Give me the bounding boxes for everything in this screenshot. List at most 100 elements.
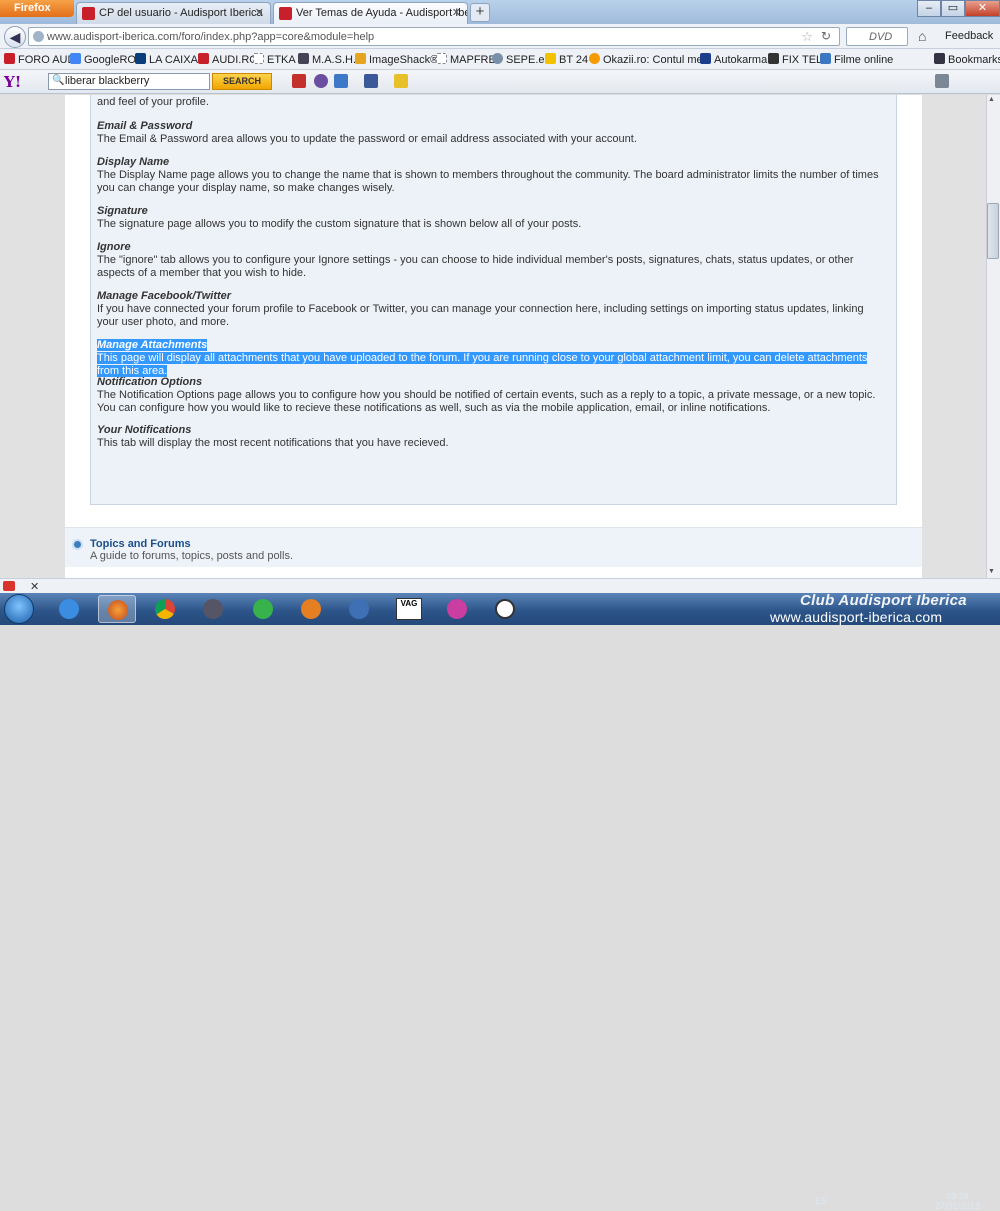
- system-clock[interactable]: 09:28 27/02/2013: [935, 1191, 980, 1211]
- section-body: The Email & Password area allows you to …: [97, 133, 637, 145]
- yahoo-logo[interactable]: Y!: [4, 73, 21, 91]
- help-section-manage-attachments: Manage Attachments This page will displa…: [97, 339, 887, 377]
- filme-online-icon: [820, 53, 831, 64]
- section-title: Manage Facebook/Twitter: [97, 290, 232, 302]
- navigation-toolbar: ◀ www.audisport-iberica.com/foro/index.p…: [0, 24, 1000, 49]
- taskbar-vag[interactable]: VAG: [390, 595, 428, 623]
- paypal-icon[interactable]: [314, 74, 328, 88]
- search-engine-label: DVD: [869, 31, 893, 43]
- bookmarks-menu[interactable]: Bookmarks: [934, 53, 1000, 66]
- taskbar-app-9[interactable]: [438, 595, 476, 623]
- vertical-scrollbar[interactable]: [986, 95, 1000, 578]
- section-title: Your Notifications: [97, 424, 192, 436]
- firefox-menu-button[interactable]: Firefox: [0, 0, 74, 17]
- bookmark-star-icon[interactable]: ☆: [801, 29, 813, 45]
- tab-label: Ver Temas de Ayuda - Audisport Iberi...: [296, 7, 468, 19]
- youtube-icon[interactable]: [292, 74, 306, 88]
- minimize-button[interactable]: –: [917, 0, 941, 17]
- bookmark-filme-online[interactable]: Filme online: [820, 53, 893, 66]
- mail-icon[interactable]: [334, 74, 348, 88]
- facebook-icon[interactable]: [364, 74, 378, 88]
- scroll-up-arrow-icon[interactable]: ▲: [988, 96, 995, 103]
- page-icon: [436, 53, 447, 64]
- bookmark-googlero[interactable]: GoogleRO: [70, 53, 136, 66]
- bookmark-fix-tel[interactable]: FIX TEL.: [768, 53, 825, 66]
- url-text: www.audisport-iberica.com/foro/index.php…: [47, 31, 375, 43]
- yahoo-search-input[interactable]: 🔍 liberar blackberry: [48, 73, 210, 90]
- feedback-button[interactable]: Feedback: [945, 30, 993, 42]
- taskbar-downloader[interactable]: [244, 595, 282, 623]
- bookmark-imageshack[interactable]: ImageShack®: [355, 53, 438, 66]
- section-body: If you have connected your forum profile…: [97, 303, 864, 328]
- reload-icon[interactable]: ↻: [821, 29, 831, 43]
- help-section-display-name: Display Name The Display Name page allow…: [97, 156, 887, 194]
- search-engine-box[interactable]: DVD: [846, 27, 908, 46]
- vag-icon: VAG: [396, 598, 422, 620]
- bookmark-la-caixa[interactable]: LA CAIXA: [135, 53, 198, 66]
- menu-icon[interactable]: [935, 74, 949, 88]
- help-section-signature: Signature The signature page allows you …: [97, 205, 887, 231]
- adblock-icon[interactable]: [3, 581, 15, 591]
- section-title: Ignore: [97, 241, 131, 253]
- ebay-icon[interactable]: [394, 74, 408, 88]
- scroll-down-arrow-icon[interactable]: ▼: [988, 568, 995, 575]
- mash-icon: [298, 53, 309, 64]
- maximize-button[interactable]: ▭: [941, 0, 965, 17]
- bookmark-sepe[interactable]: SEPE.es: [492, 53, 550, 66]
- bt24-icon: [545, 53, 556, 64]
- tab-cp-usuario[interactable]: CP del usuario - Audisport Iberica ✕: [76, 2, 271, 24]
- taskbar-app-6[interactable]: [292, 595, 330, 623]
- section-title: Display Name: [97, 156, 170, 168]
- at-icon: [492, 53, 503, 64]
- home-icon[interactable]: ⌂: [918, 28, 926, 44]
- google-icon: [70, 53, 81, 64]
- app-icon: [301, 599, 321, 619]
- taskbar-app-7[interactable]: [340, 595, 378, 623]
- yahoo-toolbar: Y! 🔍 liberar blackberry SEARCH + ⚙: [0, 70, 1000, 160]
- close-window-button[interactable]: ✕: [965, 0, 1000, 17]
- back-button[interactable]: ◀: [4, 26, 26, 48]
- bookmark-mash[interactable]: M.A.S.H.: [298, 53, 356, 66]
- okazii-icon: [589, 53, 600, 64]
- taskbar-internet-explorer[interactable]: [50, 595, 88, 623]
- new-tab-button[interactable]: +: [470, 3, 490, 22]
- fix-tel-icon: [768, 53, 779, 64]
- yahoo-search-button[interactable]: SEARCH: [212, 73, 272, 90]
- section-body: The Notification Options page allows you…: [97, 389, 876, 414]
- language-indicator[interactable]: ES: [815, 1196, 827, 1206]
- url-bar[interactable]: www.audisport-iberica.com/foro/index.php…: [28, 27, 840, 46]
- start-button[interactable]: [4, 594, 34, 624]
- bookmark-etka[interactable]: ETKA: [253, 53, 296, 66]
- taskbar-chrome[interactable]: [146, 595, 184, 623]
- help-section-ignore: Ignore The "ignore" tab allows you to co…: [97, 241, 887, 279]
- close-tab-icon[interactable]: ✕: [452, 6, 461, 19]
- taskbar-clock-app[interactable]: [486, 595, 524, 623]
- imageshack-icon: [355, 53, 366, 64]
- page-viewport: and feel of your profile. Email & Passwo…: [0, 95, 1000, 578]
- section-body: This tab will display the most recent no…: [97, 437, 449, 449]
- section-body: The signature page allows you to modify …: [97, 218, 582, 230]
- bookmark-bt24[interactable]: BT 24: [545, 53, 588, 66]
- close-tab-icon[interactable]: ✕: [255, 6, 264, 19]
- section-title: Manage Attachments: [97, 339, 208, 351]
- clock-date: 27/02/2013: [935, 1201, 981, 1211]
- tab-label: CP del usuario - Audisport Iberica: [99, 7, 263, 19]
- help-section-email-password: Email & Password The Email & Password ar…: [97, 120, 887, 146]
- scrollbar-thumb[interactable]: [987, 203, 999, 259]
- audi-favicon-icon: [82, 7, 95, 20]
- bookmark-mapfre[interactable]: MAPFRE: [436, 53, 496, 66]
- taskbar-app-4[interactable]: [194, 595, 232, 623]
- tab-ver-temas-ayuda[interactable]: Ver Temas de Ayuda - Audisport Iberi... …: [273, 2, 468, 24]
- bookmark-foro-audi[interactable]: FORO AUDI: [4, 53, 79, 66]
- bookmark-audi-ro[interactable]: AUDI.RO: [198, 53, 258, 66]
- help-topic-topics-forums[interactable]: Topics and Forums A guide to forums, top…: [65, 527, 922, 567]
- section-body: The Display Name page allows you to chan…: [97, 169, 879, 194]
- topic-title-link[interactable]: Topics and Forums: [90, 538, 191, 550]
- bookmarks-icon: [934, 53, 945, 64]
- section-title: Notification Options: [97, 376, 203, 388]
- taskbar-firefox[interactable]: [98, 595, 136, 623]
- close-addon-bar-icon[interactable]: ✕: [30, 580, 39, 593]
- autokarma-icon: [700, 53, 711, 64]
- bookmark-autokarma[interactable]: Autokarma: [700, 53, 767, 66]
- bookmark-okazii[interactable]: Okazii.ro: Contul meu: [589, 53, 709, 66]
